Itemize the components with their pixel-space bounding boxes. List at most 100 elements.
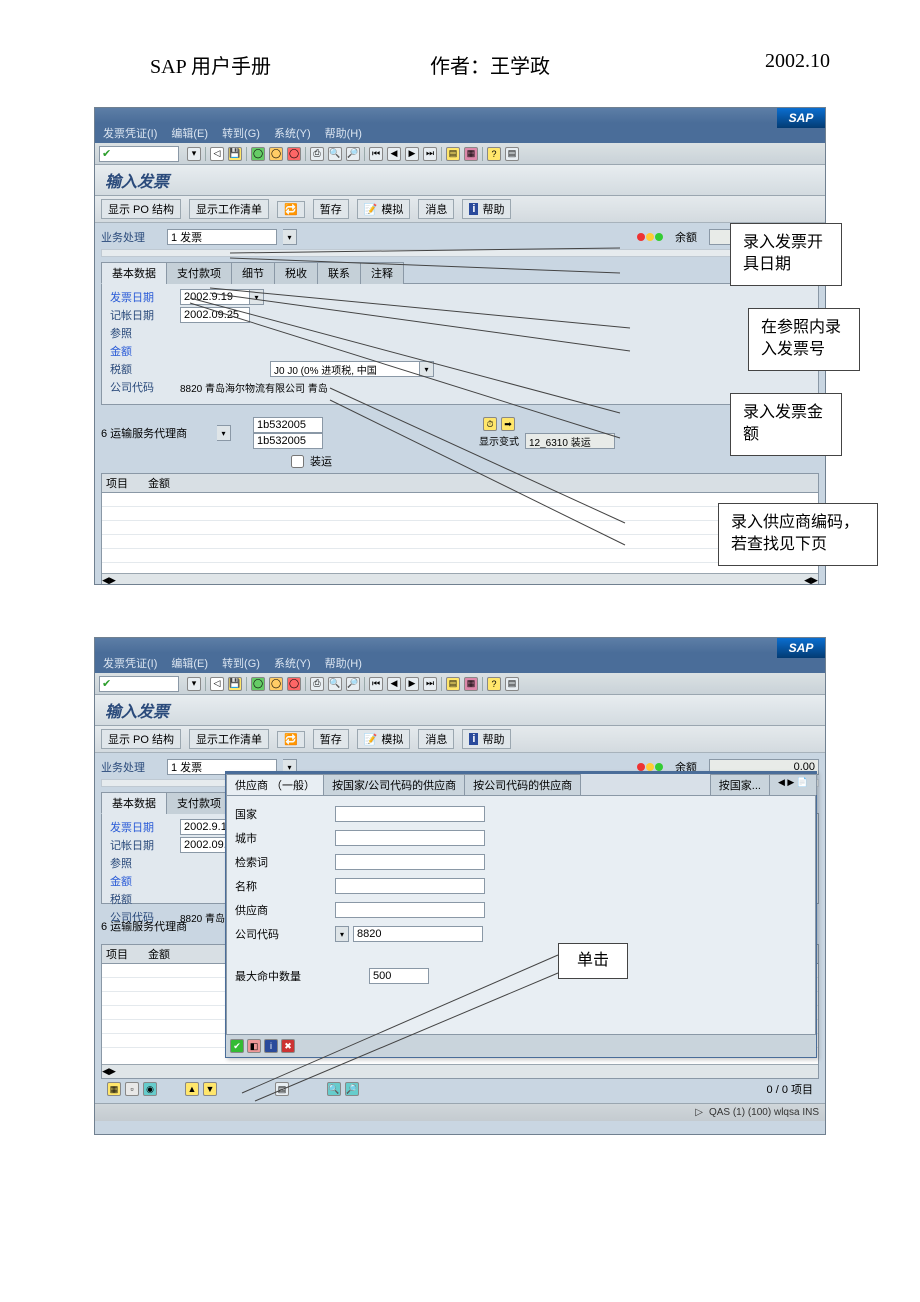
gui-icon[interactable]: ▤ xyxy=(505,677,519,691)
simulate-button[interactable]: 📝模拟 xyxy=(357,199,411,219)
show-po-button[interactable]: 显示 PO 结构 xyxy=(101,199,181,219)
sort-asc-icon[interactable]: ▲ xyxy=(185,1082,199,1096)
select-all-icon[interactable]: ◉ xyxy=(143,1082,157,1096)
table-row[interactable] xyxy=(102,507,818,521)
layout-icon[interactable]: ▦ xyxy=(464,147,478,161)
menu-help[interactable]: 帮助(H) xyxy=(325,125,362,141)
menu-bar[interactable]: 发票凭证(I) 编辑(E) 转到(G) 系统(Y) 帮助(H) xyxy=(95,123,825,143)
variant-input[interactable] xyxy=(525,433,615,449)
help-icon[interactable]: ? xyxy=(487,147,501,161)
table-row[interactable] xyxy=(102,521,818,535)
tab-basic[interactable]: 基本数据 xyxy=(101,262,167,284)
menu-edit[interactable]: 编辑(E) xyxy=(171,125,208,141)
grid-icon[interactable]: ▦ xyxy=(107,1082,121,1096)
nav-cancel-icon[interactable]: ◯ xyxy=(287,147,301,161)
biz-dropdown-icon[interactable]: ▾ xyxy=(283,229,297,245)
header-tabs[interactable]: 基本数据 支付款项 细节 税收 联系 注释 xyxy=(101,261,819,284)
hold-button[interactable]: 暂存 xyxy=(313,729,349,749)
popup-name-input[interactable] xyxy=(335,878,485,894)
ship-check[interactable] xyxy=(291,455,304,468)
popup-tab-general[interactable]: 供应商 （一般） xyxy=(226,774,324,795)
popup-info-icon[interactable]: i xyxy=(264,1039,278,1053)
menu-help[interactable]: 帮助(H) xyxy=(325,655,362,671)
help-button[interactable]: i 帮助 xyxy=(462,729,511,749)
tab-tax[interactable]: 税收 xyxy=(274,262,318,284)
popup-vendor-input[interactable] xyxy=(335,902,485,918)
scroll-left-icon[interactable]: ◀▶ xyxy=(102,575,116,585)
table-row[interactable] xyxy=(102,493,818,507)
table-scroll[interactable]: ◀▶ xyxy=(102,1064,818,1078)
help-icon[interactable]: ? xyxy=(487,677,501,691)
first-page-icon[interactable]: ⏮ xyxy=(369,147,383,161)
toggle-icon[interactable]: 🔁 xyxy=(277,731,305,748)
nav-cancel-icon[interactable]: ◯ xyxy=(287,677,301,691)
first-page-icon[interactable]: ⏮ xyxy=(369,677,383,691)
popup-tab-country[interactable]: 按国家... xyxy=(710,774,770,795)
nav-back-icon[interactable]: ◯ xyxy=(251,677,265,691)
clock-icon[interactable]: ⏱ xyxy=(483,417,497,431)
invoice-date-input[interactable] xyxy=(180,289,250,305)
menu-goto[interactable]: 转到(G) xyxy=(222,125,260,141)
save-icon[interactable]: 💾 xyxy=(228,147,242,161)
menu-invoice[interactable]: 发票凭证(I) xyxy=(103,125,157,141)
layout-icon[interactable]: ▦ xyxy=(464,677,478,691)
post-date-input[interactable] xyxy=(180,307,250,323)
next-page-icon[interactable]: ▶ xyxy=(405,677,419,691)
last-page-icon[interactable]: ⏭ xyxy=(423,147,437,161)
findnext-icon[interactable]: 🔎 xyxy=(346,147,360,161)
menu-invoice[interactable]: 发票凭证(I) xyxy=(103,655,157,671)
menu-system[interactable]: 系统(Y) xyxy=(274,655,311,671)
scroll-left-icon[interactable]: ◀▶ xyxy=(102,1066,116,1077)
menu-system[interactable]: 系统(Y) xyxy=(274,125,311,141)
sort-desc-icon[interactable]: ▼ xyxy=(203,1082,217,1096)
command-field[interactable]: ✔ xyxy=(99,146,179,162)
scroll-right-icon[interactable]: ◀▶ xyxy=(804,575,818,585)
messages-button[interactable]: 消息 xyxy=(418,199,454,219)
dropdown-icon[interactable]: ▾ xyxy=(187,147,201,161)
search-icon[interactable]: 🔍 xyxy=(327,1082,341,1096)
back-icon[interactable]: ◁ xyxy=(210,147,224,161)
last-page-icon[interactable]: ⏭ xyxy=(423,677,437,691)
show-wl-button[interactable]: 显示工作清单 xyxy=(189,199,269,219)
popup-tab-nav-icon[interactable]: ◀ ▶ 📄 xyxy=(769,774,817,795)
back-icon[interactable]: ◁ xyxy=(210,677,224,691)
toggle-icon[interactable]: 🔁 xyxy=(277,201,305,218)
gui-icon[interactable]: ▤ xyxy=(505,147,519,161)
findnext-icon[interactable]: 🔎 xyxy=(346,677,360,691)
popup-country-input[interactable] xyxy=(335,806,485,822)
save-icon[interactable]: 💾 xyxy=(228,677,242,691)
nav-exit-icon[interactable]: ◯ xyxy=(269,147,283,161)
popup-ok-icon[interactable]: ✔ xyxy=(230,1039,244,1053)
popup-search-input[interactable] xyxy=(335,854,485,870)
tab-note[interactable]: 注释 xyxy=(360,262,404,284)
nav-back-icon[interactable]: ◯ xyxy=(251,147,265,161)
popup-multi-icon[interactable]: ◧ xyxy=(247,1039,261,1053)
hist-icon[interactable]: ▤ xyxy=(446,677,460,691)
agent-code-input[interactable] xyxy=(253,417,323,433)
taxcode-dd-icon[interactable]: ▾ xyxy=(420,361,434,377)
next-page-icon[interactable]: ▶ xyxy=(405,147,419,161)
table-scroll[interactable]: ◀▶ ◀▶ xyxy=(102,573,818,585)
tab-contact[interactable]: 联系 xyxy=(317,262,361,284)
tax-code-input[interactable] xyxy=(270,361,420,377)
hist-icon[interactable]: ▤ xyxy=(446,147,460,161)
tab-basic[interactable]: 基本数据 xyxy=(101,792,167,814)
invoice-date-help-icon[interactable]: ▾ xyxy=(250,289,264,305)
menu-edit[interactable]: 编辑(E) xyxy=(171,655,208,671)
prev-page-icon[interactable]: ◀ xyxy=(387,677,401,691)
simulate-button[interactable]: 📝模拟 xyxy=(357,729,411,749)
dropdown-icon[interactable]: ▾ xyxy=(187,677,201,691)
find-icon[interactable]: 🔍 xyxy=(328,147,342,161)
biz-value-input[interactable] xyxy=(167,229,277,245)
print-icon[interactable]: ⎙ xyxy=(310,677,324,691)
tab-payment[interactable]: 支付款项 xyxy=(166,792,232,814)
help-button[interactable]: i 帮助 xyxy=(462,199,511,219)
popup-city-input[interactable] xyxy=(335,830,485,846)
searchnext-icon[interactable]: 🔎 xyxy=(345,1082,359,1096)
nav-exit-icon[interactable]: ◯ xyxy=(269,677,283,691)
find-icon[interactable]: 🔍 xyxy=(328,677,342,691)
menu-bar[interactable]: 发票凭证(I) 编辑(E) 转到(G) 系统(Y) 帮助(H) xyxy=(95,653,825,673)
tab-payment[interactable]: 支付款项 xyxy=(166,262,232,284)
popup-cc-help-icon[interactable]: ▾ xyxy=(335,926,349,942)
tab-detail[interactable]: 细节 xyxy=(231,262,275,284)
